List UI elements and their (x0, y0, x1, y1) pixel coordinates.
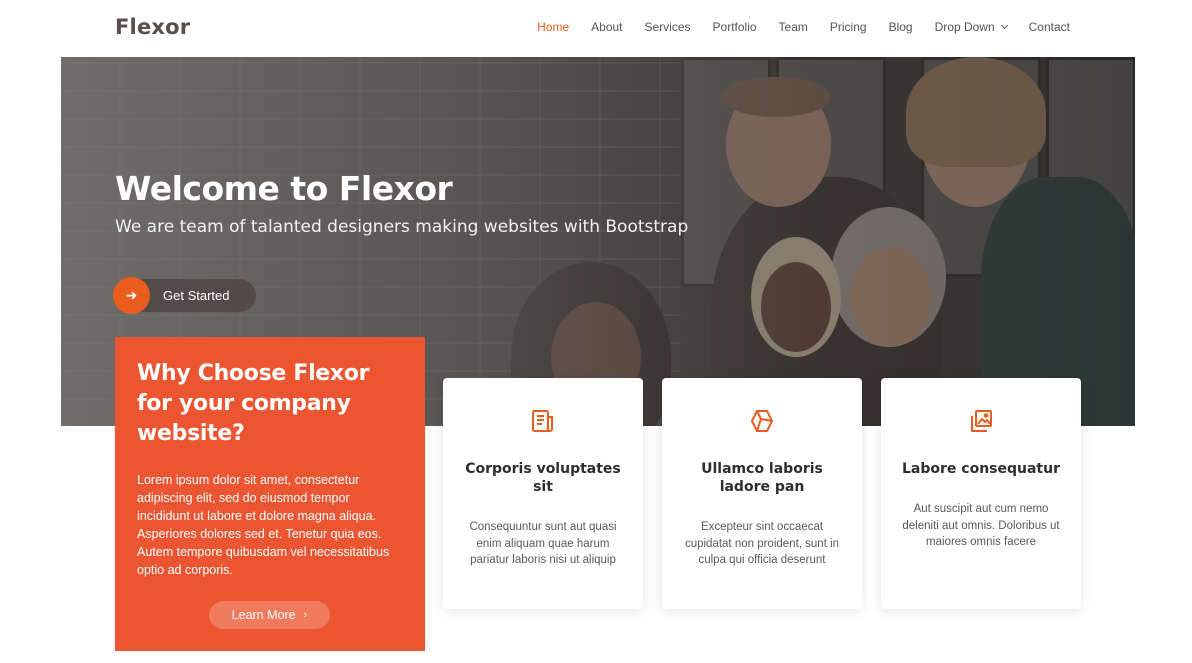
card-text: Excepteur sint occaecat cupidatat non pr… (684, 521, 840, 566)
card-title: Ullamco laboris ladore pan (701, 461, 823, 495)
nav-label: Drop Down (934, 20, 995, 34)
nav-item-team[interactable]: Team (779, 20, 808, 34)
nav-label: Portfolio (712, 20, 757, 34)
hero-subtitle: We are team of talanted designers making… (115, 217, 689, 237)
document-icon (443, 408, 643, 436)
nav-label: Pricing (829, 20, 867, 34)
card-title: Labore consequatur (902, 461, 1060, 477)
why-title: Why Choose Flexor for your company websi… (137, 361, 370, 446)
feature-card: Ullamco laboris ladore pan Excepteur sin… (662, 378, 862, 609)
feature-card: Labore consequatur Aut suscipit aut cum … (881, 378, 1081, 609)
hero-title: Welcome to Flexor (115, 169, 453, 208)
chevron-down-icon (1000, 21, 1008, 30)
get-started-label: Get Started (163, 288, 230, 303)
nav-label: Blog (888, 20, 913, 34)
cube-icon (662, 408, 862, 436)
site-logo[interactable]: Flexor (115, 15, 190, 39)
nav-item-portfolio[interactable]: Portfolio (713, 20, 757, 34)
site-header: Flexor Home About Services Portfolio Tea… (0, 0, 1192, 57)
main-nav: Home About Services Portfolio Team Prici… (515, 20, 1070, 34)
nav-label: Home (537, 20, 570, 34)
learn-more-button[interactable]: Learn More › (209, 601, 330, 629)
card-text: Aut suscipit aut cum nemo deleniti aut o… (902, 503, 1060, 548)
nav-item-contact[interactable]: Contact (1029, 20, 1070, 34)
why-text: Lorem ipsum dolor sit amet, consectetur … (137, 473, 390, 577)
get-started-button[interactable]: ➜ Get Started (113, 277, 256, 314)
nav-item-home[interactable]: Home (537, 20, 569, 34)
arrow-right-icon: ➜ (113, 277, 150, 314)
nav-label: Team (778, 20, 808, 34)
card-text: Consequuntur sunt aut quasi enim aliquam… (469, 521, 617, 566)
why-choose-box: Why Choose Flexor for your company websi… (115, 337, 425, 651)
nav-item-blog[interactable]: Blog (889, 20, 913, 34)
learn-more-label: Learn More (231, 608, 296, 622)
images-icon (881, 408, 1081, 436)
card-title: Corporis voluptates sit (465, 461, 621, 495)
chevron-right-icon: › (303, 609, 308, 621)
feature-card: Corporis voluptates sit Consequuntur sun… (443, 378, 643, 609)
nav-item-services[interactable]: Services (645, 20, 691, 34)
nav-item-pricing[interactable]: Pricing (830, 20, 867, 34)
nav-item-drop-down[interactable]: Drop Down (934, 20, 1008, 34)
nav-label: About (591, 20, 623, 34)
nav-label: Services (644, 20, 691, 34)
nav-item-about[interactable]: About (591, 20, 622, 34)
nav-label: Contact (1028, 20, 1070, 34)
